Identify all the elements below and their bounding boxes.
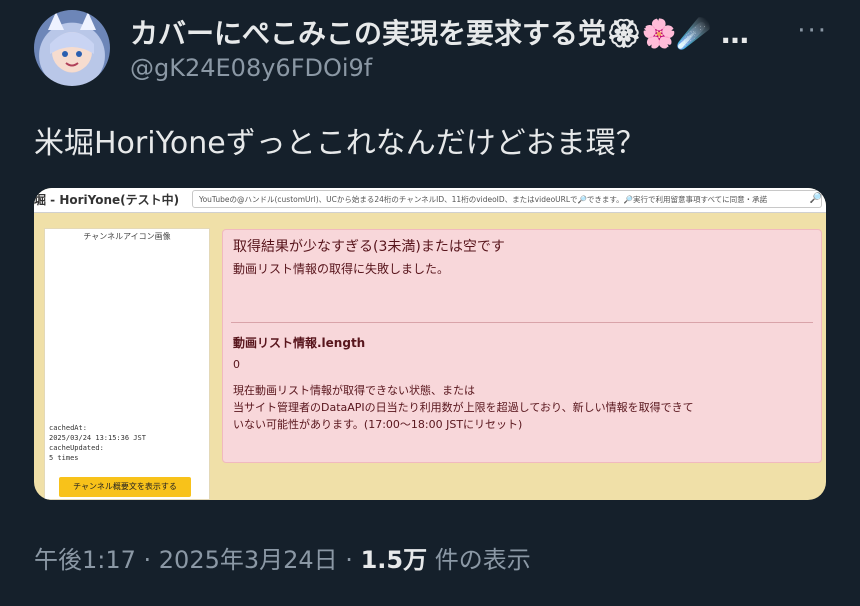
alert-title: 取得結果が少なすぎる(3未満)または空です xyxy=(233,239,505,255)
display-name-text: カバーにぺこみこの実現を要求する党 xyxy=(130,17,607,50)
screenshot-site-title: 堀 - HoriYone(テスト中) xyxy=(34,193,180,207)
cache-updated-value: 5 times xyxy=(49,454,79,462)
more-options-icon[interactable]: ··· xyxy=(797,16,828,46)
cached-at-value: 2025/03/24 13:15:36 JST xyxy=(49,434,146,442)
tweet-text: 米堀HoriYoneずっとこれなんだけどおま環？ xyxy=(34,126,646,161)
screenshot-search-field: YouTubeの@ハンドル(customUrl)、UCから始まる24桁のチャンネ… xyxy=(192,190,822,208)
alert-divider xyxy=(231,322,813,323)
error-alert: 取得結果が少なすぎる(3未満)または空です 動画リスト情報の取得に失敗しました。… xyxy=(222,229,822,463)
cache-info: cachedAt: 2025/03/24 13:15:36 JST cacheU… xyxy=(49,423,146,463)
alert-body-line: いない可能性があります。(17:00〜18:00 JSTにリセット) xyxy=(233,418,523,431)
tweet-media-image[interactable]: 堀 - HoriYone(テスト中) YouTubeの@ハンドル(customU… xyxy=(34,188,826,500)
alert-field-value: 0 xyxy=(233,358,240,371)
screenshot-header: 堀 - HoriYone(テスト中) YouTubeの@ハンドル(customU… xyxy=(34,188,826,213)
alert-body: 現在動画リスト情報が取得できない状態、または 当サイト管理者のDataAPIの日… xyxy=(233,382,813,433)
alert-subtitle: 動画リスト情報の取得に失敗しました。 xyxy=(233,262,450,276)
author-avatar[interactable] xyxy=(34,10,110,86)
channel-summary-button: チャンネル概要文を表示する xyxy=(59,477,191,497)
display-name-emoji: 🏵🌸☄️ … xyxy=(606,17,750,50)
author-handle[interactable]: @gK24E08y6FDOi9f xyxy=(130,54,372,82)
channel-icon-caption: チャンネルアイコン画像 xyxy=(83,232,171,241)
views-count[interactable]: 1.5万 xyxy=(361,546,428,574)
alert-body-line: 現在動画リスト情報が取得できない状態、または xyxy=(233,384,475,397)
tweet-meta: 午後1:17 · 2025年3月24日 · 1.5万 件の表示 xyxy=(34,540,531,575)
alert-field-label: 動画リスト情報.length xyxy=(233,336,366,350)
tweet-timestamp[interactable]: 午後1:17 · 2025年3月24日 · xyxy=(34,546,361,574)
avatar-illustration xyxy=(48,12,96,72)
views-label: 件の表示 xyxy=(427,546,531,574)
cache-updated-label: cacheUpdated: xyxy=(49,444,104,452)
magnifier-icon: 🔎 xyxy=(809,193,823,204)
screenshot-channel-panel: チャンネルアイコン画像 cachedAt: 2025/03/24 13:15:3… xyxy=(44,228,210,500)
author-display-name[interactable]: カバーにぺこみこの実現を要求する党🏵🌸☄️ … xyxy=(130,12,749,52)
alert-body-line: 当サイト管理者のDataAPIの日当たり利用数が上限を超過しており、新しい情報を… xyxy=(233,401,694,414)
cached-at-label: cachedAt: xyxy=(49,424,87,432)
